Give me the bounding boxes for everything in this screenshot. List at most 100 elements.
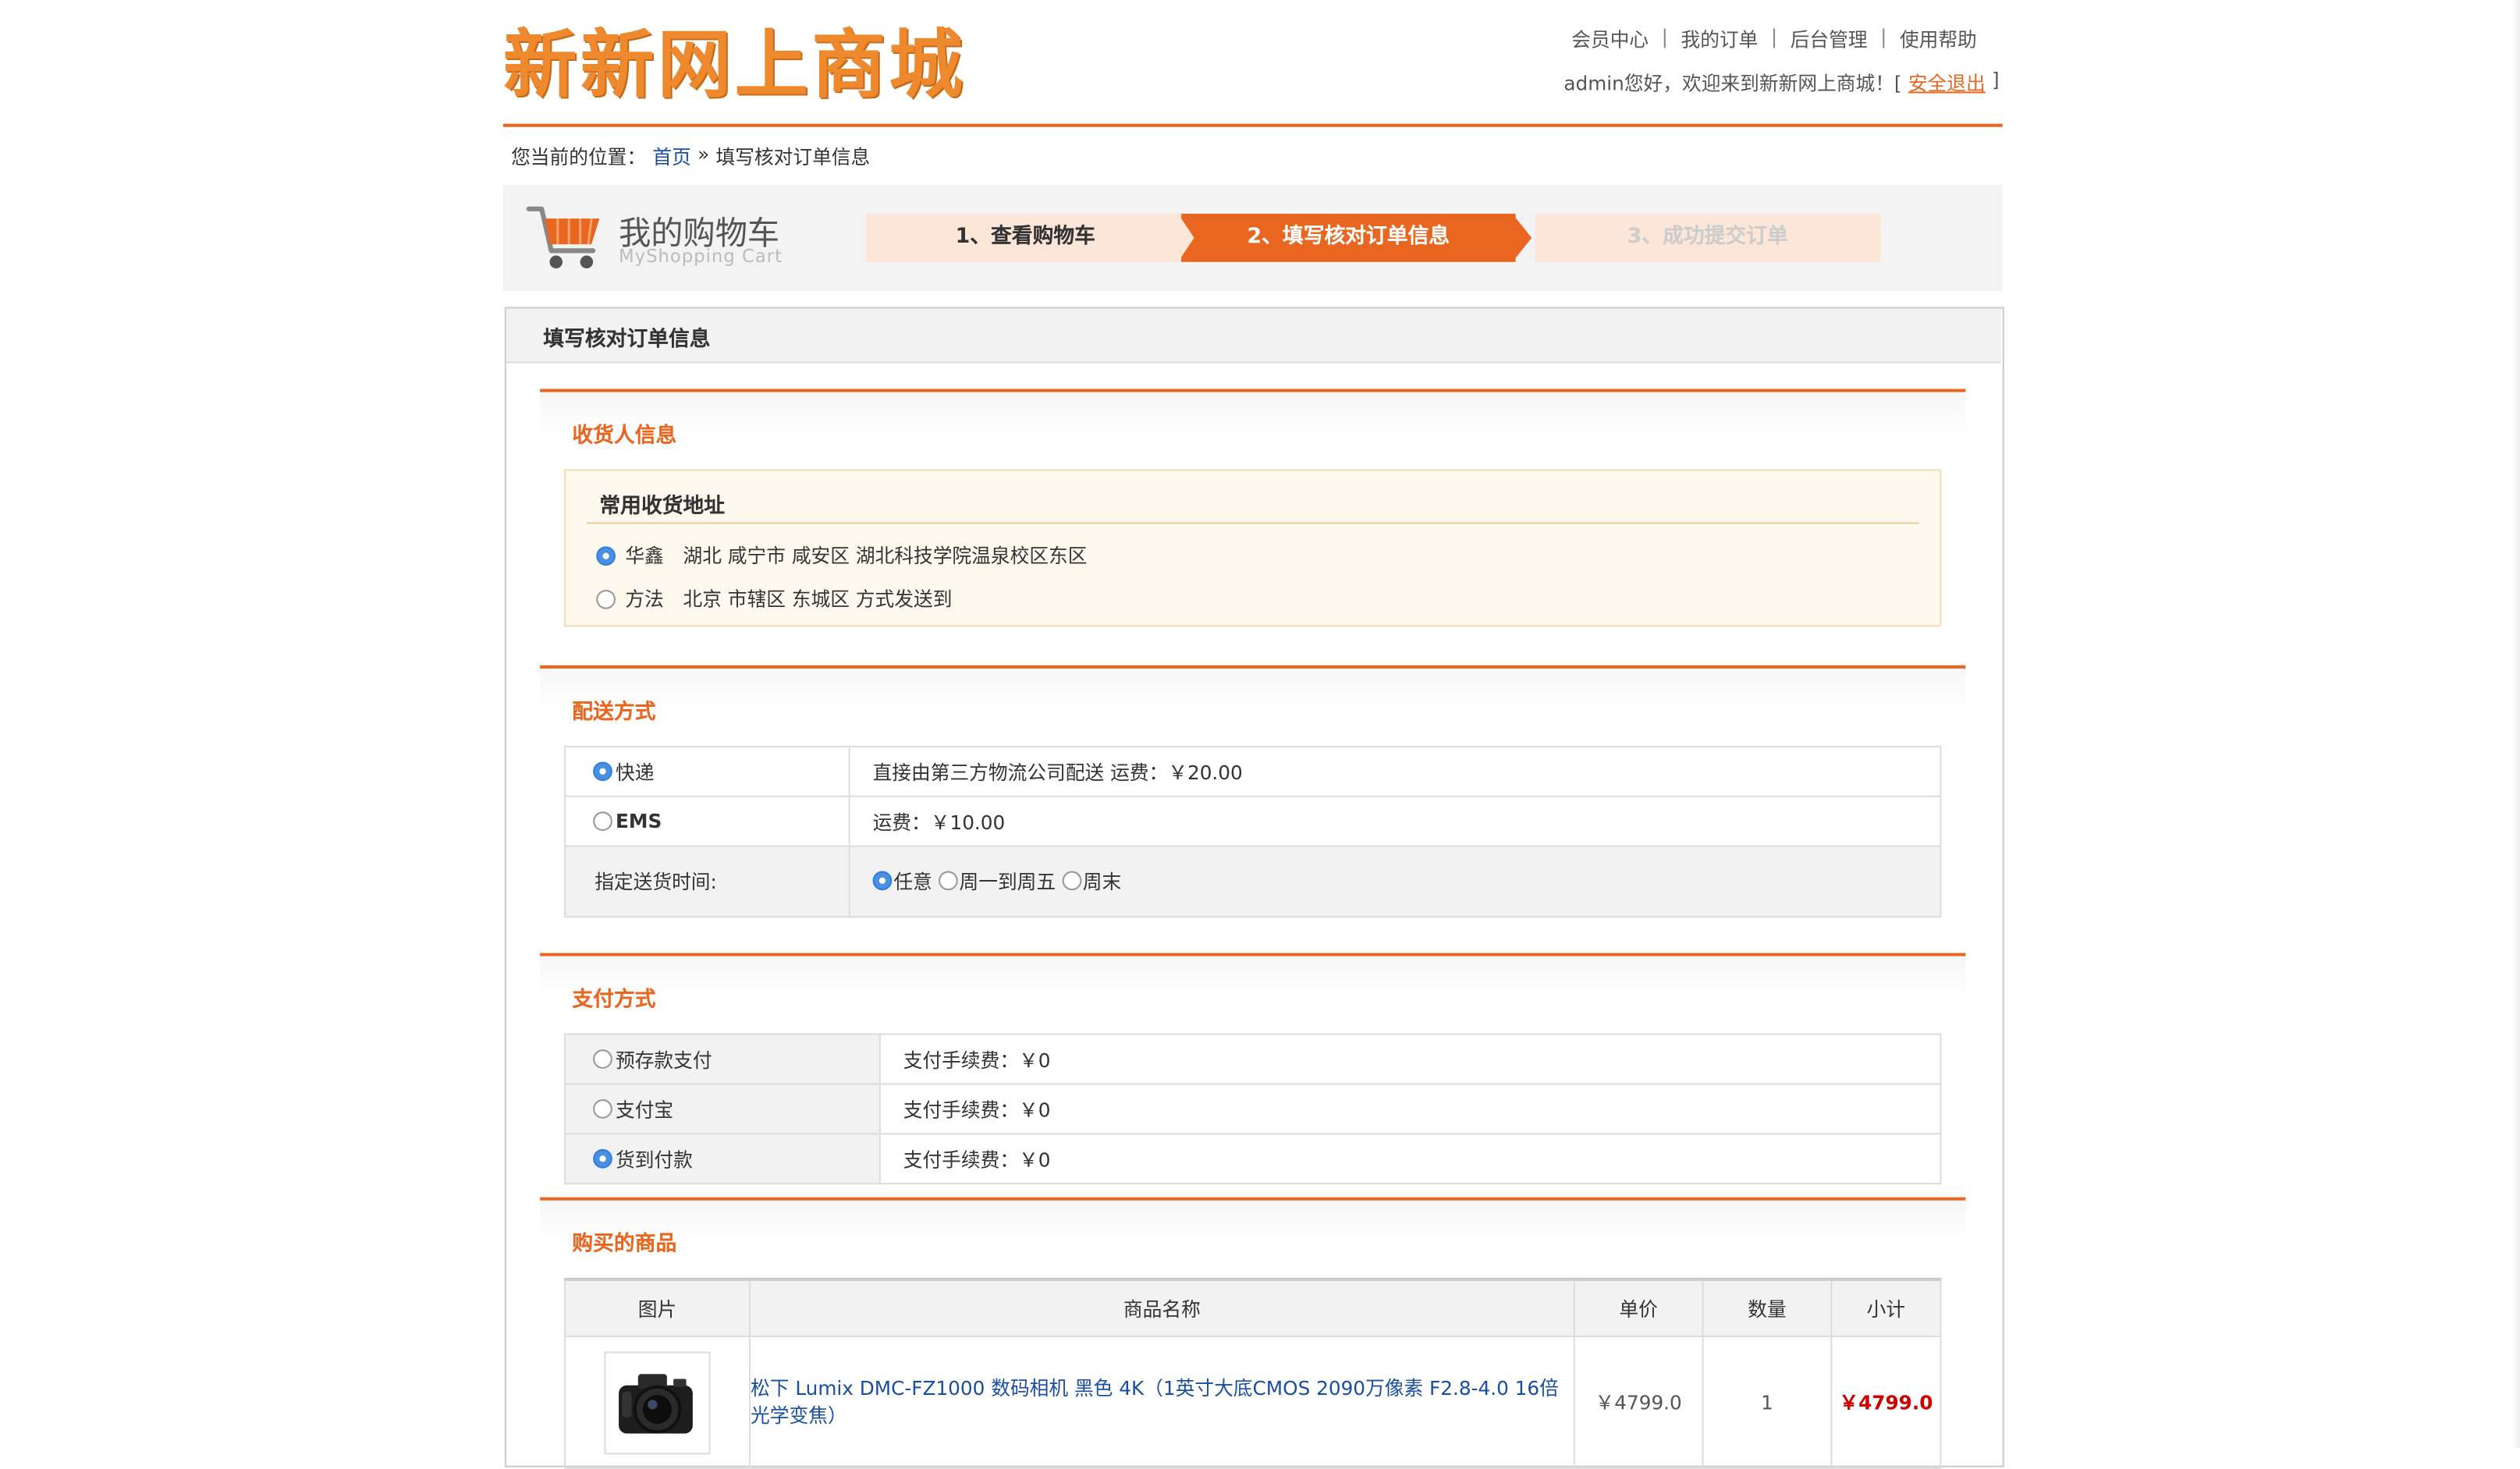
breadcrumb-prefix: 您当前的位置： (511, 146, 647, 169)
nav-separator: | (1661, 25, 1668, 48)
payment-option-cell: 预存款支付 (564, 1033, 881, 1085)
shipping-row[interactable]: EMS 运费：￥10.00 (564, 795, 1942, 847)
nav-member-center[interactable]: 会员中心 (1571, 26, 1649, 53)
address-detail: 湖北 咸宁市 咸安区 湖北科技学院温泉校区东区 (683, 545, 1088, 568)
payment-fee: 支付手续费：￥0 (878, 1133, 1942, 1185)
shipping-option-label: 快递 (615, 761, 655, 784)
col-product-name: 商品名称 (748, 1278, 1575, 1337)
address-box-divider (586, 522, 1919, 524)
payment-row[interactable]: 货到付款 支付手续费：￥0 (564, 1133, 1942, 1185)
top-nav: 会员中心 | 我的订单 | 后台管理 | 使用帮助 (1571, 26, 1977, 53)
camera-icon (619, 1373, 693, 1433)
welcome-text: admin您好，欢迎来到新新网上商城！[ (1563, 72, 1902, 95)
section-header-bg (540, 1200, 1966, 1243)
address-detail: 北京 市辖区 东城区 方式发送到 (683, 587, 953, 611)
product-subtotal-cell: ￥4799.0 (1830, 1335, 1942, 1469)
shipping-option-cell: EMS (564, 795, 850, 847)
address-name: 方法 (625, 587, 664, 611)
address-box-title: 常用收货地址 (599, 495, 726, 520)
col-quantity: 数量 (1702, 1278, 1833, 1337)
header-divider (502, 123, 2003, 127)
payment-option-cell: 支付宝 (564, 1083, 881, 1135)
section-header-bg (540, 668, 1966, 711)
delivery-time-label-any: 任意 (893, 871, 932, 893)
col-subtotal: 小计 (1830, 1278, 1942, 1337)
breadcrumb-home-link[interactable]: 首页 (652, 143, 690, 170)
shipping-option-desc: 运费：￥10.00 (848, 795, 1942, 847)
payment-radio[interactable] (593, 1148, 612, 1169)
delivery-time-radio[interactable] (1062, 871, 1081, 891)
payment-radio[interactable] (593, 1049, 612, 1069)
address-option[interactable]: 华鑫 湖北 咸宁市 咸安区 湖北科技学院温泉校区东区 (596, 541, 1087, 569)
delivery-time-options: 任意 周一到周五 周末 (848, 845, 1942, 918)
delivery-time-radio[interactable] (872, 871, 893, 891)
delivery-time-label-weekdays: 周一到周五 (959, 871, 1056, 893)
delivery-time-row: 指定送货时间: 任意 周一到周五 周末 (564, 845, 1942, 918)
cart-subtitle: MyShopping Cart (619, 246, 783, 267)
shopping-cart-icon (526, 199, 603, 273)
shipping-section-title: 配送方式 (572, 701, 656, 726)
shipping-table: 快递 直接由第三方物流公司配送 运费：￥20.00 EMS 运费：￥10.00 … (564, 745, 1942, 918)
payment-option-label: 预存款支付 (615, 1049, 712, 1071)
site-logo[interactable]: 新新网上商城 (503, 20, 966, 109)
window-edge (2511, 0, 2520, 1449)
step-fill-order: 2、填写核对订单信息 (1181, 213, 1516, 262)
delivery-time-option[interactable]: 任意 (872, 868, 932, 895)
product-unit-price: ￥4799.0 (1573, 1335, 1704, 1469)
step-arrow-icon (1512, 213, 1532, 262)
table-row: 松下 Lumix DMC-FZ1000 数码相机 黑色 4K（1英寸大底CMOS… (564, 1335, 1942, 1469)
delivery-time-label: 指定送货时间: (564, 845, 850, 918)
delivery-time-label-weekend: 周末 (1082, 871, 1122, 893)
payment-option-label: 支付宝 (615, 1098, 674, 1121)
shipping-option-label: EMS (615, 810, 662, 833)
section-header-bg (540, 392, 1966, 435)
product-image-cell (564, 1335, 751, 1469)
nav-help[interactable]: 使用帮助 (1900, 26, 1977, 53)
payment-fee: 支付手续费：￥0 (878, 1033, 1942, 1085)
shipping-radio[interactable] (593, 761, 612, 782)
step-view-cart: 1、查看购物车 (866, 213, 1185, 262)
product-name-link[interactable]: 松下 Lumix DMC-FZ1000 数码相机 黑色 4K（1英寸大底CMOS… (751, 1376, 1559, 1426)
receiver-section-title: 收货人信息 (572, 424, 677, 449)
panel-title: 填写核对订单信息 (543, 328, 711, 353)
nav-my-orders[interactable]: 我的订单 (1681, 26, 1758, 53)
address-radio[interactable] (596, 545, 616, 566)
product-image[interactable] (604, 1350, 711, 1454)
delivery-time-option[interactable]: 周末 (1062, 868, 1121, 895)
payment-row[interactable]: 支付宝 支付手续费：￥0 (564, 1083, 1942, 1135)
delivery-time-radio[interactable] (938, 871, 958, 891)
welcome-bar: admin您好，欢迎来到新新网上商城！[ 安全退出 ] (1563, 69, 1999, 97)
breadcrumb: 您当前的位置： 首页 » 填写核对订单信息 (511, 143, 870, 170)
panel-header (506, 308, 2001, 364)
nav-admin[interactable]: 后台管理 (1791, 26, 1868, 53)
shipping-radio[interactable] (593, 811, 612, 832)
address-name: 华鑫 (625, 545, 664, 568)
welcome-bracket: ] (1991, 69, 2000, 92)
product-subtotal: ￥4799.0 (1839, 1391, 1933, 1414)
step-arrow-icon (1177, 213, 1194, 262)
step-submit-order: 3、成功提交订单 (1535, 213, 1881, 262)
shipping-option-cell: 快递 (564, 745, 850, 797)
col-image: 图片 (564, 1278, 751, 1337)
payment-option-cell: 货到付款 (564, 1133, 881, 1185)
shipping-row[interactable]: 快递 直接由第三方物流公司配送 运费：￥20.00 (564, 745, 1942, 797)
shipping-option-desc: 直接由第三方物流公司配送 运费：￥20.00 (848, 745, 1942, 797)
goods-header-row: 图片 商品名称 单价 数量 小计 (564, 1278, 1942, 1337)
goods-section-title: 购买的商品 (572, 1233, 677, 1257)
col-unit-price: 单价 (1573, 1278, 1704, 1337)
payment-section-title: 支付方式 (572, 988, 656, 1013)
payment-table: 预存款支付 支付手续费：￥0 支付宝 支付手续费：￥0 货到付款 支付手续费：￥ (564, 1033, 1942, 1185)
payment-row[interactable]: 预存款支付 支付手续费：￥0 (564, 1033, 1942, 1085)
address-option[interactable]: 方法 北京 市辖区 东城区 方式发送到 (596, 585, 952, 612)
product-name-cell: 松下 Lumix DMC-FZ1000 数码相机 黑色 4K（1英寸大底CMOS… (748, 1335, 1575, 1469)
payment-option-label: 货到付款 (615, 1148, 693, 1171)
section-header-bg (540, 956, 1966, 999)
nav-separator: | (1770, 25, 1778, 48)
payment-radio[interactable] (593, 1099, 612, 1119)
goods-table: 图片 商品名称 单价 数量 小计 松下 Lumix DMC-FZ1000 数码相… (564, 1277, 1942, 1469)
logout-link[interactable]: 安全退出 (1908, 69, 1986, 97)
delivery-time-option[interactable]: 周一到周五 (938, 868, 1056, 895)
breadcrumb-current: 填写核对订单信息 (715, 146, 871, 169)
nav-separator: | (1880, 25, 1887, 48)
address-radio[interactable] (596, 588, 616, 609)
